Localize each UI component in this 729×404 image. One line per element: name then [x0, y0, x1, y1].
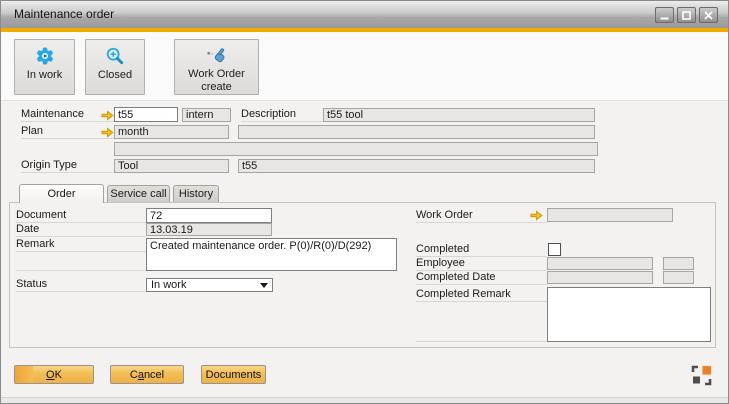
ok-label-mnemonic: O: [46, 369, 55, 381]
plan-extra-field: [238, 125, 595, 139]
link-arrow-icon[interactable]: [101, 110, 114, 121]
title-bar: Maintenance order: [1, 1, 728, 28]
chevron-down-icon: [260, 283, 268, 288]
link-arrow-icon[interactable]: [530, 210, 543, 221]
completed-remark-label: Completed Remark: [416, 288, 547, 302]
cancel-button[interactable]: Cancel: [110, 365, 184, 384]
employee-field: [547, 257, 653, 270]
work-order-label: Work Order: [416, 209, 547, 223]
description-label: Description: [241, 108, 323, 122]
document-label: Document: [16, 209, 146, 223]
employee-code-field: [663, 257, 694, 270]
ok-button-focus-strip: [15, 366, 33, 383]
documents-button[interactable]: Documents: [201, 365, 266, 384]
status-value: In work: [151, 279, 186, 291]
maintenance-type-field: intern: [182, 108, 231, 122]
maximize-button[interactable]: [677, 7, 696, 23]
zoom-in-magnifier-icon: [105, 45, 125, 67]
document-input[interactable]: [146, 208, 272, 223]
completed-remark-row-divider: [416, 341, 547, 342]
remark-label: Remark: [16, 238, 146, 252]
close-button[interactable]: [699, 7, 718, 23]
toolbar: In work Closed: [1, 32, 728, 101]
link-arrow-icon[interactable]: [101, 127, 114, 138]
ok-button[interactable]: OK: [14, 365, 94, 384]
close-icon: [703, 10, 714, 21]
origin-name-field: t55: [238, 159, 595, 173]
plan-field: month: [114, 125, 229, 139]
closed-button[interactable]: Closed: [85, 39, 145, 95]
gear-icon: [35, 45, 55, 67]
date-field: 13.03.19: [146, 223, 272, 236]
closed-label: Closed: [98, 69, 132, 82]
maintenance-input[interactable]: [114, 107, 178, 122]
completed-label: Completed: [416, 243, 547, 257]
cancel-label-pre: C: [130, 369, 138, 381]
employee-label: Employee: [416, 257, 547, 271]
in-work-label: In work: [27, 69, 62, 82]
tab-history[interactable]: History: [173, 185, 219, 202]
in-work-button[interactable]: In work: [14, 39, 75, 95]
minimize-icon: [659, 10, 670, 21]
work-order-create-label: Work Order create: [175, 68, 258, 94]
tab-order[interactable]: Order: [19, 184, 104, 203]
status-dropdown[interactable]: In work: [146, 278, 273, 292]
completed-date-label: Completed Date: [416, 271, 547, 285]
origin-type-label: Origin Type: [21, 159, 114, 173]
window-bottom-strip: [1, 397, 728, 404]
maintenance-order-window: Maintenance order In work: [0, 0, 729, 404]
completed-date-field: [547, 271, 653, 284]
window-title: Maintenance order: [14, 1, 114, 28]
expand-layout-icon[interactable]: [691, 365, 712, 386]
documents-label: Documents: [206, 369, 262, 381]
completed-date-code-field: [663, 271, 694, 284]
work-order-field: [547, 208, 673, 222]
remark-textarea[interactable]: Created maintenance order. P(0)/R(0)/D(2…: [146, 238, 397, 271]
minimize-button[interactable]: [655, 7, 674, 23]
completed-checkbox[interactable]: [548, 243, 561, 256]
maximize-icon: [681, 10, 692, 21]
work-order-create-button[interactable]: Work Order create: [174, 39, 259, 95]
ok-label-rest: K: [55, 369, 62, 381]
date-label: Date: [16, 223, 146, 237]
status-label: Status: [16, 278, 146, 292]
cancel-label-rest: ncel: [144, 369, 164, 381]
remark-row-divider: [16, 270, 146, 271]
stamp-hand-icon: [206, 45, 228, 66]
description-field: t55 tool: [323, 108, 595, 122]
completed-remark-textarea[interactable]: [547, 287, 711, 342]
origin-type-field: Tool: [114, 159, 229, 173]
tab-service-call[interactable]: Service call: [107, 185, 170, 202]
extra-row-field: [114, 142, 598, 156]
